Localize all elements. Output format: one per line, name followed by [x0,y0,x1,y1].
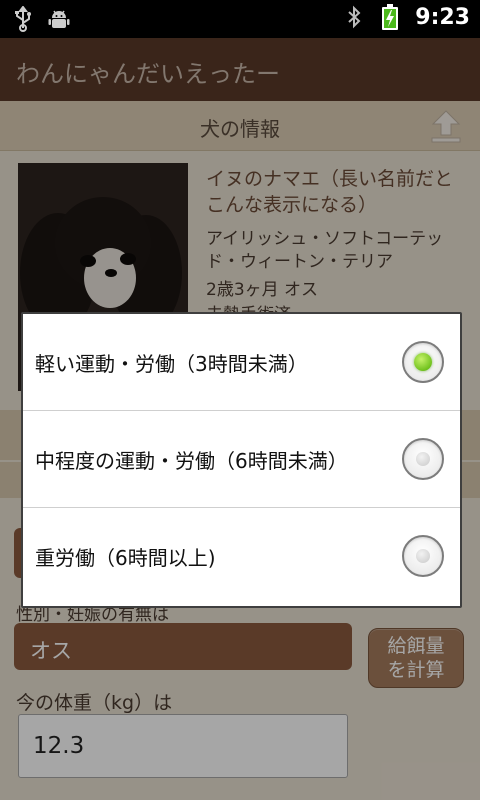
radio-dot [416,549,430,563]
option-label: 軽い運動・労働（3時間未満） [35,352,308,376]
battery-charging-icon [379,4,401,30]
status-bar: 9:23 [0,0,480,38]
radio-button[interactable] [402,535,444,577]
option-label: 中程度の運動・労働（6時間未満） [35,449,348,473]
option-label: 重労働（6時間以上) [35,546,216,570]
activity-option-heavy[interactable]: 重労働（6時間以上) [23,508,460,605]
radio-dot [414,353,432,371]
radio-dot [416,452,430,466]
radio-button-checked[interactable] [402,341,444,383]
activity-option-light[interactable]: 軽い運動・労働（3時間未満） [23,314,460,411]
android-debug-icon [48,6,70,32]
clock: 9:23 [415,4,470,30]
radio-button[interactable] [402,438,444,480]
activity-level-dialog: 軽い運動・労働（3時間未満） 中程度の運動・労働（6時間未満） 重労働（6時間以… [21,312,462,608]
activity-option-moderate[interactable]: 中程度の運動・労働（6時間未満） [23,411,460,508]
usb-icon [12,6,34,32]
bluetooth-icon [343,4,365,30]
